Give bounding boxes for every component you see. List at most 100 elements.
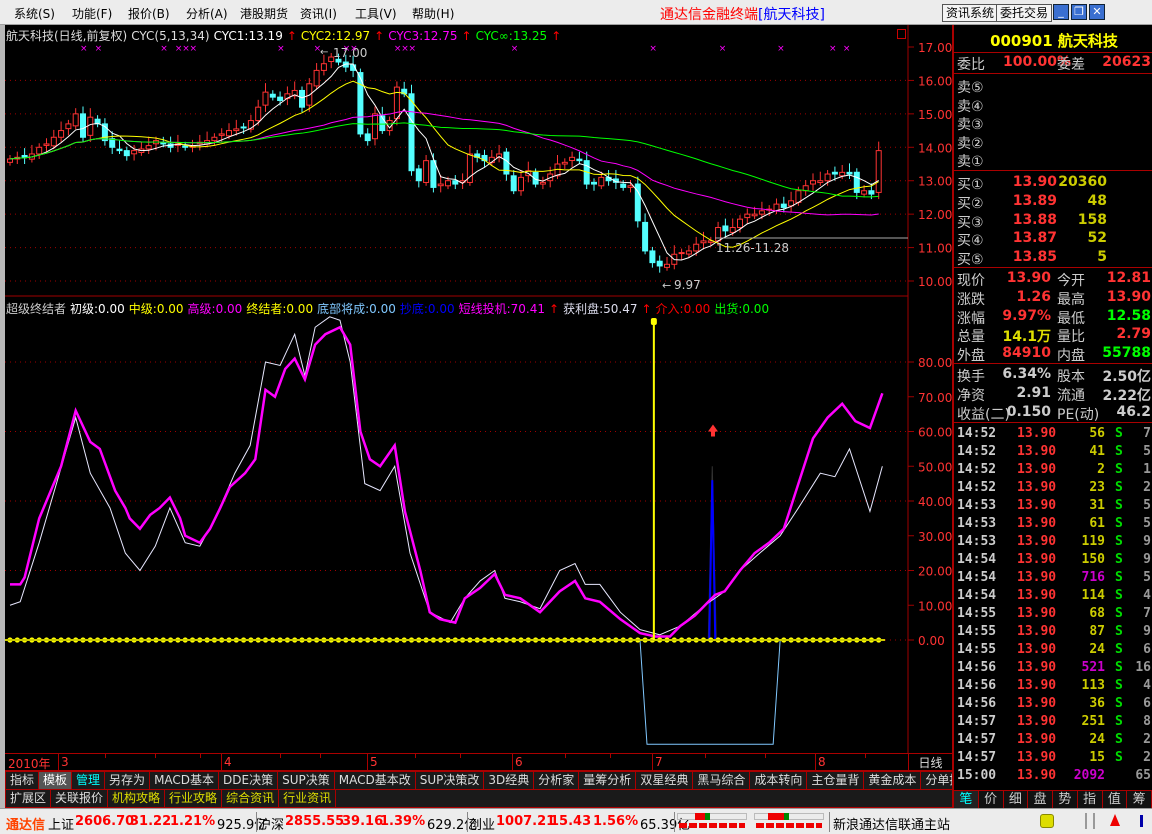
hs-name[interactable]: 沪深 bbox=[258, 814, 284, 833]
menu-function[interactable]: 功能(F) bbox=[72, 5, 112, 22]
fin-value: 0.150 bbox=[1006, 403, 1051, 420]
buy-level-2: 买② 13.89 48 bbox=[957, 193, 1151, 212]
sell-level-3: 卖③ bbox=[957, 114, 1151, 133]
fin-value: 2.91 bbox=[1016, 384, 1051, 401]
price-chart[interactable]: 17.00 16.00 15.00 14.00 13.00 12.00 11.00 10.00… bbox=[0, 25, 952, 297]
tab-0[interactable]: 指标 bbox=[5, 771, 40, 790]
candle-up bbox=[306, 83, 313, 106]
expand-chart-icon[interactable] bbox=[897, 29, 906, 39]
marker-x-icon: × bbox=[719, 44, 727, 54]
panel-tab-4[interactable]: 势 bbox=[1053, 791, 1078, 808]
candle-up bbox=[817, 180, 824, 183]
tick-side: S bbox=[1115, 444, 1123, 459]
ext-tab-1[interactable]: 关联报价 bbox=[51, 789, 109, 808]
restore-button[interactable]: ❐ bbox=[1071, 4, 1087, 20]
close-button[interactable]: ✕ bbox=[1089, 4, 1105, 20]
buy-volume: 158 bbox=[1077, 211, 1107, 228]
weibi-label: 委比 bbox=[957, 57, 985, 73]
tab-13[interactable]: 黑马综合 bbox=[693, 771, 751, 790]
tab-2[interactable]: 管理 bbox=[72, 771, 106, 790]
candle-down bbox=[277, 96, 284, 101]
period-label[interactable]: 日线 bbox=[908, 754, 952, 770]
ma-line-34 bbox=[9, 110, 879, 216]
tab-9[interactable]: 3D经典 bbox=[484, 771, 535, 790]
candle-up bbox=[627, 185, 634, 188]
menu-system[interactable]: 系统(S) bbox=[14, 5, 55, 22]
sh-value: 2606.70 bbox=[75, 814, 135, 829]
tab-10[interactable]: 分析家 bbox=[534, 771, 580, 790]
notice-icon[interactable] bbox=[1040, 814, 1054, 828]
tab-6[interactable]: SUP决策 bbox=[278, 771, 335, 790]
candle-down bbox=[408, 93, 415, 172]
candle-up bbox=[664, 263, 670, 268]
marker-x-icon: × bbox=[160, 44, 168, 54]
candle-up bbox=[233, 128, 240, 132]
menu-info[interactable]: 资讯(I) bbox=[300, 5, 337, 22]
menu-hk-futures[interactable]: 港股期货 bbox=[240, 5, 288, 22]
menu-help[interactable]: 帮助(H) bbox=[412, 5, 454, 22]
quote-panel: 000901 航天科技 委比 100.00% 委差 20623 卖⑤ 卖④ 卖③ 卖②… bbox=[952, 25, 1152, 808]
sh-name[interactable]: 上证 bbox=[48, 814, 74, 833]
tick-volume: 113 bbox=[1081, 678, 1105, 693]
server-name[interactable]: 新浪通达信联通主站 bbox=[833, 814, 950, 833]
tab-1[interactable]: 模板 bbox=[39, 771, 73, 790]
ext-tab-0[interactable]: 扩展区 bbox=[5, 789, 52, 808]
candle-up bbox=[262, 91, 269, 106]
up-arrow-icon: ↑ bbox=[374, 29, 385, 43]
date-month: 5 bbox=[370, 755, 378, 769]
minimize-button[interactable]: _ bbox=[1053, 4, 1069, 20]
buy-label: 买② bbox=[957, 195, 984, 212]
tab-5[interactable]: DDE决策 bbox=[219, 771, 279, 790]
tick-count: 65 bbox=[1135, 768, 1151, 783]
marker-x-icon: × bbox=[409, 44, 417, 54]
indicator-chart[interactable]: 80.00 70.00 60.00 50.00 40.00 30.00 20.00 10.00… bbox=[0, 297, 952, 753]
trade-button[interactable]: 委托交易 bbox=[996, 4, 1053, 22]
y-tick-label: 15.00 bbox=[918, 108, 952, 122]
ext-tab-4[interactable]: 综合资讯 bbox=[222, 789, 280, 808]
tick-time: 14:57 bbox=[957, 750, 997, 765]
panel-tab-5[interactable]: 指 bbox=[1077, 791, 1103, 808]
panel-tab-6[interactable]: 值 bbox=[1102, 791, 1128, 808]
up-arrow-icon: ↑ bbox=[551, 29, 562, 43]
panel-tab-2[interactable]: 细 bbox=[1003, 791, 1029, 808]
stat-value: 13.90 bbox=[1006, 270, 1051, 286]
fin-value: 2.22亿 bbox=[1102, 387, 1151, 404]
ext-tab-2[interactable]: 机构攻略 bbox=[108, 789, 166, 808]
date-month: 3 bbox=[61, 755, 69, 769]
menu-analysis[interactable]: 分析(A) bbox=[186, 5, 228, 22]
tab-14[interactable]: 成本转向 bbox=[750, 771, 808, 790]
menu-tools[interactable]: 工具(V) bbox=[355, 5, 397, 22]
stat-value: 84910 bbox=[1002, 345, 1051, 362]
stat-value: 55788 bbox=[1102, 345, 1151, 362]
tab-15[interactable]: 主仓量背 bbox=[807, 771, 865, 790]
tab-16[interactable]: 黄金成本 bbox=[864, 771, 922, 790]
date-tick bbox=[105, 754, 106, 758]
tick-volume: 56 bbox=[1089, 426, 1105, 441]
ext-tab-5[interactable]: 行业资讯 bbox=[279, 789, 337, 808]
menu-quote[interactable]: 报价(B) bbox=[128, 5, 170, 22]
info-system-button[interactable]: 资讯系统 bbox=[942, 4, 999, 22]
ext-tab-3[interactable]: 行业攻略 bbox=[165, 789, 223, 808]
tab-3[interactable]: 另存为 bbox=[105, 771, 151, 790]
panel-tab-7[interactable]: 筹 bbox=[1127, 791, 1152, 808]
tick-row: 14:56 13.90 113 S 4 bbox=[957, 678, 1151, 696]
panel-tab-3[interactable]: 盘 bbox=[1028, 791, 1053, 808]
tick-time: 14:53 bbox=[957, 534, 997, 549]
tab-7[interactable]: MACD基本改 bbox=[334, 771, 416, 790]
tab-8[interactable]: SUP决策改 bbox=[415, 771, 485, 790]
tick-side: S bbox=[1115, 696, 1123, 711]
stat-label: 现价 bbox=[957, 273, 985, 289]
tab-12[interactable]: 双星经典 bbox=[636, 771, 694, 790]
candle-up bbox=[372, 113, 378, 140]
candle-up bbox=[795, 190, 802, 203]
tab-11[interactable]: 量筹分析 bbox=[579, 771, 637, 790]
indicator-tabs: 指标 模板 管理 另存为 MACD基本 DDE决策 SUP决策 MACD基本改 SUP决策改 3D… bbox=[5, 771, 988, 790]
candle-up bbox=[824, 173, 831, 182]
tab-4[interactable]: MACD基本 bbox=[150, 771, 220, 790]
tick-row: 14:57 13.90 251 S 8 bbox=[957, 714, 1151, 732]
panel-tab-1[interactable]: 价 bbox=[978, 791, 1004, 808]
tick-side: S bbox=[1115, 714, 1123, 729]
panel-tab-0[interactable]: 笔 bbox=[954, 791, 979, 808]
tick-time: 14:57 bbox=[957, 714, 997, 729]
cy-name[interactable]: 创业 bbox=[469, 814, 495, 833]
